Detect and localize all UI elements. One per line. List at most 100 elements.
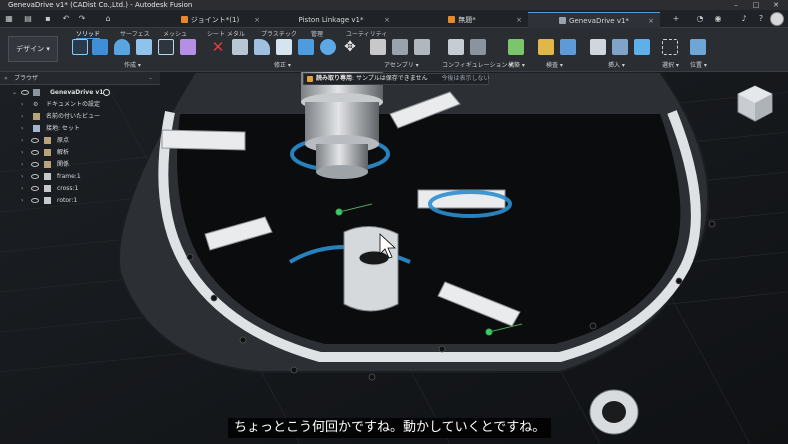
document-icon <box>448 16 456 23</box>
maximize-button[interactable]: □ <box>746 0 766 10</box>
video-subtitle: ちょっとこう何回かですね。動かしていくとですね。 <box>228 418 552 438</box>
minimize-button[interactable]: – <box>726 0 746 10</box>
folder-icon <box>33 113 40 120</box>
align-icon[interactable] <box>690 39 706 55</box>
group-modify[interactable]: 修正 ▾ <box>274 60 291 69</box>
browser-header[interactable]: « ブラウザ – <box>0 72 160 85</box>
new-component-icon[interactable] <box>370 39 386 55</box>
redo-icon[interactable]: ↷ <box>76 13 88 25</box>
configure-icon[interactable] <box>448 39 464 55</box>
group-assemble[interactable]: アセンブリ ▾ <box>384 60 419 69</box>
select-icon[interactable] <box>662 39 678 55</box>
drive-pin <box>343 226 399 312</box>
hole-icon[interactable] <box>136 39 152 55</box>
help-icon[interactable]: ? <box>755 13 767 25</box>
document-icon <box>180 16 188 23</box>
lock-icon <box>307 76 313 82</box>
component-icon <box>44 173 51 180</box>
move-icon[interactable]: ✥ <box>342 39 358 55</box>
measure-icon[interactable] <box>538 39 554 55</box>
visibility-eye-icon[interactable] <box>31 162 39 167</box>
file-menu-icon[interactable]: ▤ <box>22 13 34 25</box>
delete-icon[interactable]: ✕ <box>210 39 226 55</box>
insert-svg-icon[interactable] <box>612 39 628 55</box>
tab-joint[interactable]: ジョイント*(1) × <box>154 12 266 28</box>
collapse-icon[interactable]: « <box>4 72 8 85</box>
ribbon-tab-sheet-metal[interactable]: シート メタル <box>207 29 245 38</box>
insert-derive-icon[interactable] <box>590 39 606 55</box>
fusion-window: { "window": { "title": "GenevaDrive v1* … <box>0 0 788 444</box>
group-select[interactable]: 選択 ▾ <box>662 60 679 69</box>
tree-root[interactable]: ⌄ GenevaDrive v1 <box>0 87 115 99</box>
ribbon-tab-plastic[interactable]: プラスチック <box>261 29 297 38</box>
visibility-eye-icon[interactable] <box>31 150 39 155</box>
offset-plane-icon[interactable] <box>508 39 524 55</box>
view-cube-icon[interactable] <box>736 84 774 124</box>
ribbon-tab-manage[interactable]: 管理 <box>311 29 323 38</box>
close-tab-icon[interactable]: × <box>254 12 260 28</box>
group-construct[interactable]: 構築 ▾ <box>508 60 525 69</box>
shell-icon[interactable] <box>276 39 292 55</box>
ribbon-tab-utilities[interactable]: ユーティリティ <box>346 29 387 38</box>
attached-canvas-icon[interactable] <box>634 39 650 55</box>
apps-grid-icon[interactable]: ▦ <box>3 13 15 25</box>
section-analysis-icon[interactable] <box>560 39 576 55</box>
side-boss <box>589 389 639 435</box>
notifications-icon[interactable]: ♪ <box>738 13 750 25</box>
extensions-icon[interactable]: ◔ <box>694 13 706 25</box>
activate-radio-icon[interactable] <box>103 89 110 96</box>
create-sketch-icon[interactable] <box>72 39 88 55</box>
ribbon-tab-solid[interactable]: ソリッド <box>76 29 101 39</box>
group-inspect[interactable]: 検査 ▾ <box>546 60 563 69</box>
folder-icon <box>44 161 51 168</box>
component-icon <box>44 197 51 204</box>
dismiss-notice-link[interactable]: 今後は表示しない <box>442 75 490 82</box>
component-icon <box>33 89 40 96</box>
component-icon <box>44 185 51 192</box>
save-icon[interactable]: ▪ <box>42 13 54 25</box>
combine-icon[interactable] <box>298 39 314 55</box>
visibility-eye-icon[interactable] <box>21 90 29 95</box>
press-pull-icon[interactable] <box>232 39 248 55</box>
form-icon[interactable] <box>180 39 196 55</box>
revolve-icon[interactable] <box>114 39 130 55</box>
group-configuration[interactable]: コンフィギュレーション ▾ <box>442 60 512 69</box>
undo-icon[interactable]: ↶ <box>60 13 72 25</box>
close-tab-icon[interactable]: × <box>384 12 390 28</box>
scale-icon[interactable] <box>320 39 336 55</box>
tab-geneva-drive[interactable]: GenevaDrive v1* × <box>528 12 660 28</box>
pattern-icon[interactable] <box>158 39 174 55</box>
user-avatar[interactable] <box>770 12 784 26</box>
minimize-panel-icon[interactable]: – <box>149 72 152 85</box>
visibility-eye-icon[interactable] <box>31 138 39 143</box>
read-only-notice: 読み取り専用: サンプルは保存できません 今後は表示しない <box>303 73 490 85</box>
window-title: GenevaDrive v1* (CADist Co.,Ltd.) - Auto… <box>8 1 193 9</box>
as-built-joint-icon[interactable] <box>414 39 430 55</box>
visibility-eye-icon[interactable] <box>31 174 39 179</box>
gear-icon: ⚙ <box>33 101 39 108</box>
configuration-table-icon[interactable] <box>470 39 486 55</box>
close-tab-icon[interactable]: × <box>516 12 522 28</box>
folder-icon <box>44 149 51 156</box>
close-tab-icon[interactable]: × <box>648 13 654 29</box>
folder-icon <box>44 137 51 144</box>
job-status-icon[interactable]: ◉ <box>712 13 724 25</box>
extrude-icon[interactable] <box>92 39 108 55</box>
title-bar: GenevaDrive v1* (CADist Co.,Ltd.) - Auto… <box>0 0 788 10</box>
ground-icon <box>33 125 40 132</box>
close-window-button[interactable]: ✕ <box>766 0 786 10</box>
visibility-eye-icon[interactable] <box>31 186 39 191</box>
ribbon-tab-mesh[interactable]: メッシュ <box>163 29 187 38</box>
home-icon[interactable]: ⌂ <box>102 13 114 25</box>
visibility-eye-icon[interactable] <box>31 198 39 203</box>
new-tab-icon[interactable]: + <box>670 13 682 25</box>
workspace-switcher[interactable]: デザイン ▾ <box>8 36 58 62</box>
joint-icon[interactable] <box>392 39 408 55</box>
group-insert[interactable]: 挿入 ▾ <box>608 60 625 69</box>
ribbon-tab-surface[interactable]: サーフェス <box>120 29 150 38</box>
tab-piston-linkage[interactable]: Piston Linkage v1* × <box>266 12 396 28</box>
tab-untitled[interactable]: 無題* × <box>396 12 528 28</box>
group-position[interactable]: 位置 ▾ <box>690 60 707 69</box>
fillet-icon[interactable] <box>254 39 270 55</box>
group-create[interactable]: 作成 ▾ <box>124 60 141 69</box>
